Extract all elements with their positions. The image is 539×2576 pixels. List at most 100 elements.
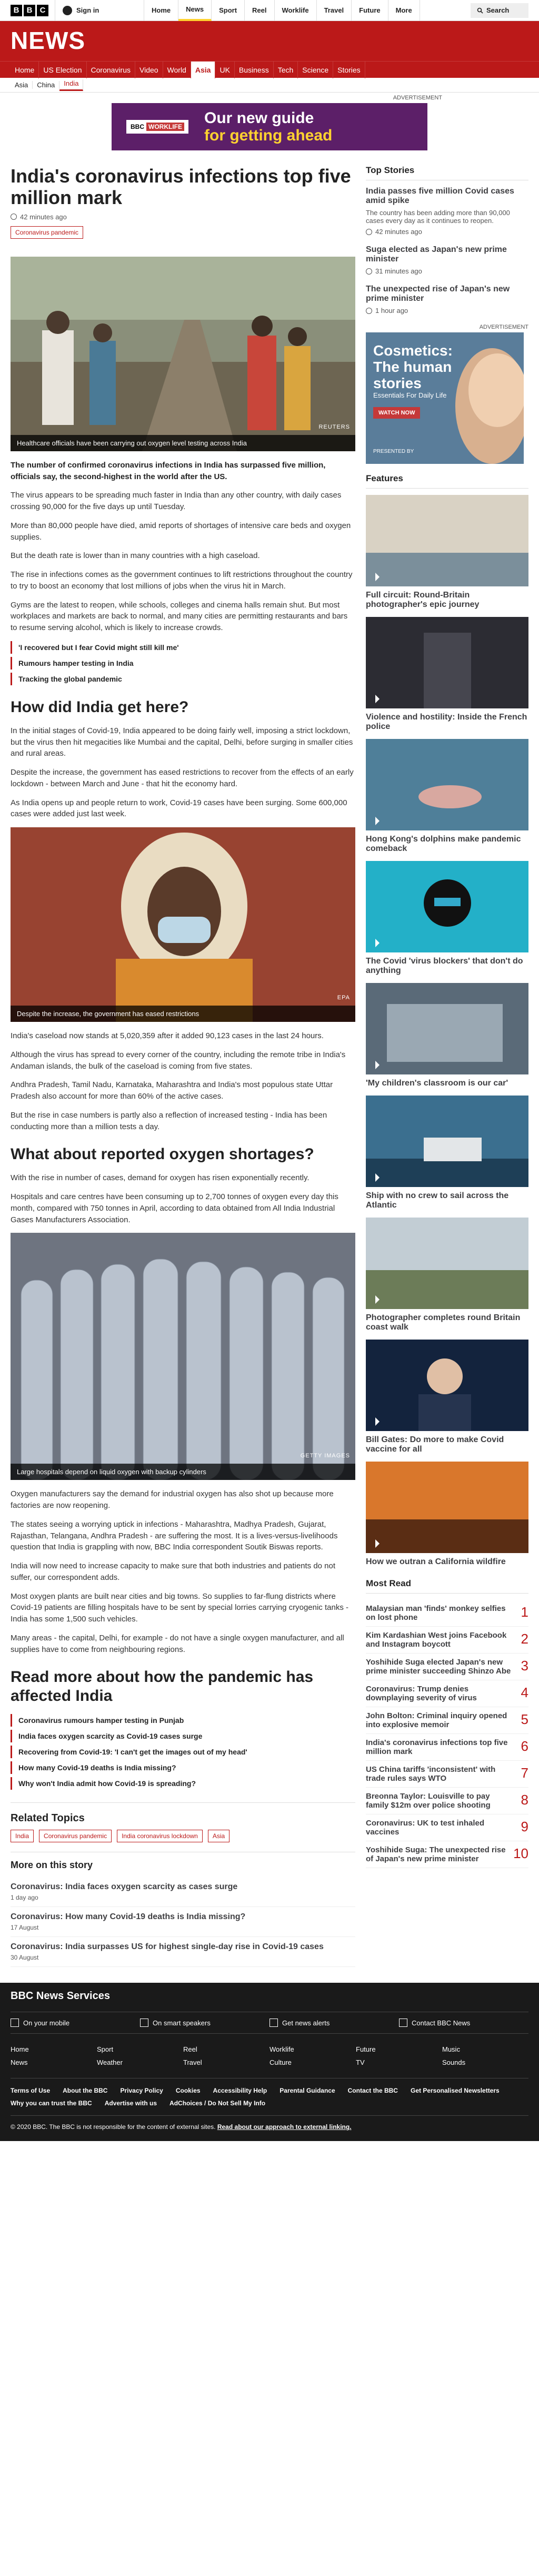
read-more-link[interactable]: How many Covid-19 deaths is India missin… [11,1761,355,1774]
feature-item[interactable]: The Covid 'virus blockers' that don't do… [366,861,528,976]
nav-travel[interactable]: Travel [317,0,352,21]
footer-legal-link[interactable]: Why you can trust the BBC [11,2100,92,2107]
footer-link[interactable]: Culture [270,2058,356,2066]
footer-link[interactable]: Weather [97,2058,183,2066]
nav-worklife[interactable]: Worklife [275,0,317,21]
most-read-item[interactable]: India's coronavirus infections top five … [366,1734,528,1761]
most-read-item[interactable]: Coronavirus: UK to test inhaled vaccines… [366,1814,528,1841]
section-tech[interactable]: Tech [274,62,298,78]
service-smart-speakers[interactable]: On smart speakers [140,2012,270,2033]
top-story[interactable]: Suga elected as Japan's new prime minist… [366,245,528,275]
nav-sport[interactable]: Sport [212,0,245,21]
service-contact[interactable]: Contact BBC News [399,2012,528,2033]
section-home[interactable]: Home [11,62,39,78]
footer-legal-link[interactable]: AdChoices / Do Not Sell My Info [169,2100,265,2107]
related-topic[interactable]: Coronavirus pandemic [39,1830,112,1843]
section-video[interactable]: Video [135,62,163,78]
most-read-item[interactable]: Breonna Taylor: Louisville to pay family… [366,1788,528,1814]
related-topic[interactable]: India coronavirus lockdown [117,1830,203,1843]
footer-link[interactable]: Reel [183,2045,270,2053]
footer-legal-link[interactable]: Privacy Policy [120,2087,163,2094]
feature-item[interactable]: Violence and hostility: Inside the Frenc… [366,617,528,732]
most-read-item[interactable]: US China tariffs 'inconsistent' with tra… [366,1761,528,1788]
section-world[interactable]: World [163,62,191,78]
service-mobile[interactable]: On your mobile [11,2012,140,2033]
oxygen-cylinders-image [11,1233,355,1480]
footer-legal-link[interactable]: Parental Guidance [280,2087,335,2094]
feature-item[interactable]: Hong Kong's dolphins make pandemic comeb… [366,739,528,854]
signin-button[interactable]: Sign in [55,0,144,21]
bbc-logo[interactable]: B B C [11,4,48,16]
ad-label: ADVERTISEMENT [393,95,442,101]
service-news-alerts[interactable]: Get news alerts [270,2012,399,2033]
more-story-item[interactable]: Coronavirus: India surpasses US for high… [11,1937,355,1968]
subsection-china[interactable]: China [33,81,60,89]
nav-home[interactable]: Home [144,0,179,21]
most-read-item[interactable]: John Bolton: Criminal inquiry opened int… [366,1707,528,1734]
subsection-india[interactable]: India [59,79,84,91]
footer-link[interactable]: Home [11,2045,97,2053]
section-asia[interactable]: Asia [191,62,216,78]
footer-link[interactable]: Future [356,2045,442,2053]
subsection-asia[interactable]: Asia [11,81,33,89]
footer-link[interactable]: Travel [183,2058,270,2066]
footer-legal-link[interactable]: Terms of Use [11,2087,50,2094]
footer-legal-link[interactable]: Cookies [176,2087,201,2094]
footer-link[interactable]: TV [356,2058,442,2066]
watch-now-button[interactable]: WATCH NOW [373,407,421,419]
footer-link[interactable]: Worklife [270,2045,356,2053]
section-coronavirus[interactable]: Coronavirus [87,62,135,78]
footer-link[interactable]: News [11,2058,97,2066]
nav-future[interactable]: Future [352,0,388,21]
footer-legal-link[interactable]: Get Personalised Newsletters [411,2087,500,2094]
feature-item[interactable]: Photographer completes round Britain coa… [366,1218,528,1332]
most-read-item[interactable]: Yoshihide Suga: The unexpected rise of J… [366,1841,528,1868]
read-more-link[interactable]: Recovering from Covid-19: 'I can't get t… [11,1746,355,1759]
feature-item[interactable]: How we outran a California wildfire [366,1462,528,1567]
section-business[interactable]: Business [235,62,274,78]
most-read-item[interactable]: Coronavirus: Trump denies downplaying se… [366,1680,528,1707]
article-lead: The number of confirmed coronavirus infe… [11,460,326,481]
section-stories[interactable]: Stories [333,62,365,78]
footer-legal-link[interactable]: About the BBC [63,2087,107,2094]
footer-link[interactable]: Sport [97,2045,183,2053]
footer-legal-link[interactable]: Contact the BBC [348,2087,398,2094]
related-link[interactable]: Rumours hamper testing in India [11,656,355,670]
most-read-title: Most Read [366,1578,528,1594]
nav-news[interactable]: News [178,0,212,21]
related-topic[interactable]: Asia [207,1830,230,1843]
section-heading: What about reported oxygen shortages? [11,1145,314,1163]
most-read-item[interactable]: Malaysian man 'finds' monkey selfies on … [366,1600,528,1627]
section-us-election[interactable]: US Election [39,62,87,78]
read-more-link[interactable]: Why won't India admit how Covid-19 is sp… [11,1777,355,1790]
most-read-item[interactable]: Kim Kardashian West joins Facebook and I… [366,1627,528,1654]
news-title[interactable]: NEWS [0,21,539,61]
footer-legal-link[interactable]: Accessibility Help [213,2087,267,2094]
feature-item[interactable]: Ship with no crew to sail across the Atl… [366,1096,528,1210]
related-topic[interactable]: India [11,1830,34,1843]
nav-reel[interactable]: Reel [245,0,275,21]
read-more-link[interactable]: Coronavirus rumours hamper testing in Pu… [11,1714,355,1727]
top-story[interactable]: India passes five million Covid cases am… [366,187,528,236]
nav-more[interactable]: More [388,0,420,21]
related-link[interactable]: 'I recovered but I fear Covid might stil… [11,641,355,654]
related-link[interactable]: Tracking the global pandemic [11,672,355,685]
top-story[interactable]: The unexpected rise of Japan's new prime… [366,285,528,315]
footer-link[interactable]: Sounds [442,2058,528,2066]
most-read-item[interactable]: Yoshihide Suga elected Japan's new prime… [366,1654,528,1680]
feature-item[interactable]: Bill Gates: Do more to make Covid vaccin… [366,1340,528,1454]
ad-banner[interactable]: BBC WORKLIFE Our new guide for getting ah… [112,103,427,150]
external-linking-link[interactable]: Read about our approach to external link… [217,2123,352,2131]
footer-link[interactable]: Music [442,2045,528,2053]
section-uk[interactable]: UK [215,62,235,78]
side-ad[interactable]: Cosmetics: The human stories Essentials … [366,332,524,464]
feature-item[interactable]: Full circuit: Round-Britain photographer… [366,495,528,610]
more-story-item[interactable]: Coronavirus: India faces oxygen scarcity… [11,1877,355,1908]
read-more-link[interactable]: India faces oxygen scarcity as Covid-19 … [11,1730,355,1743]
more-story-item[interactable]: Coronavirus: How many Covid-19 deaths is… [11,1907,355,1938]
feature-item[interactable]: 'My children's classroom is our car' [366,983,528,1088]
section-science[interactable]: Science [298,62,334,78]
footer-legal-link[interactable]: Advertise with us [105,2100,157,2107]
topic-tag[interactable]: Coronavirus pandemic [11,226,84,239]
search-button[interactable]: Search [471,3,528,18]
